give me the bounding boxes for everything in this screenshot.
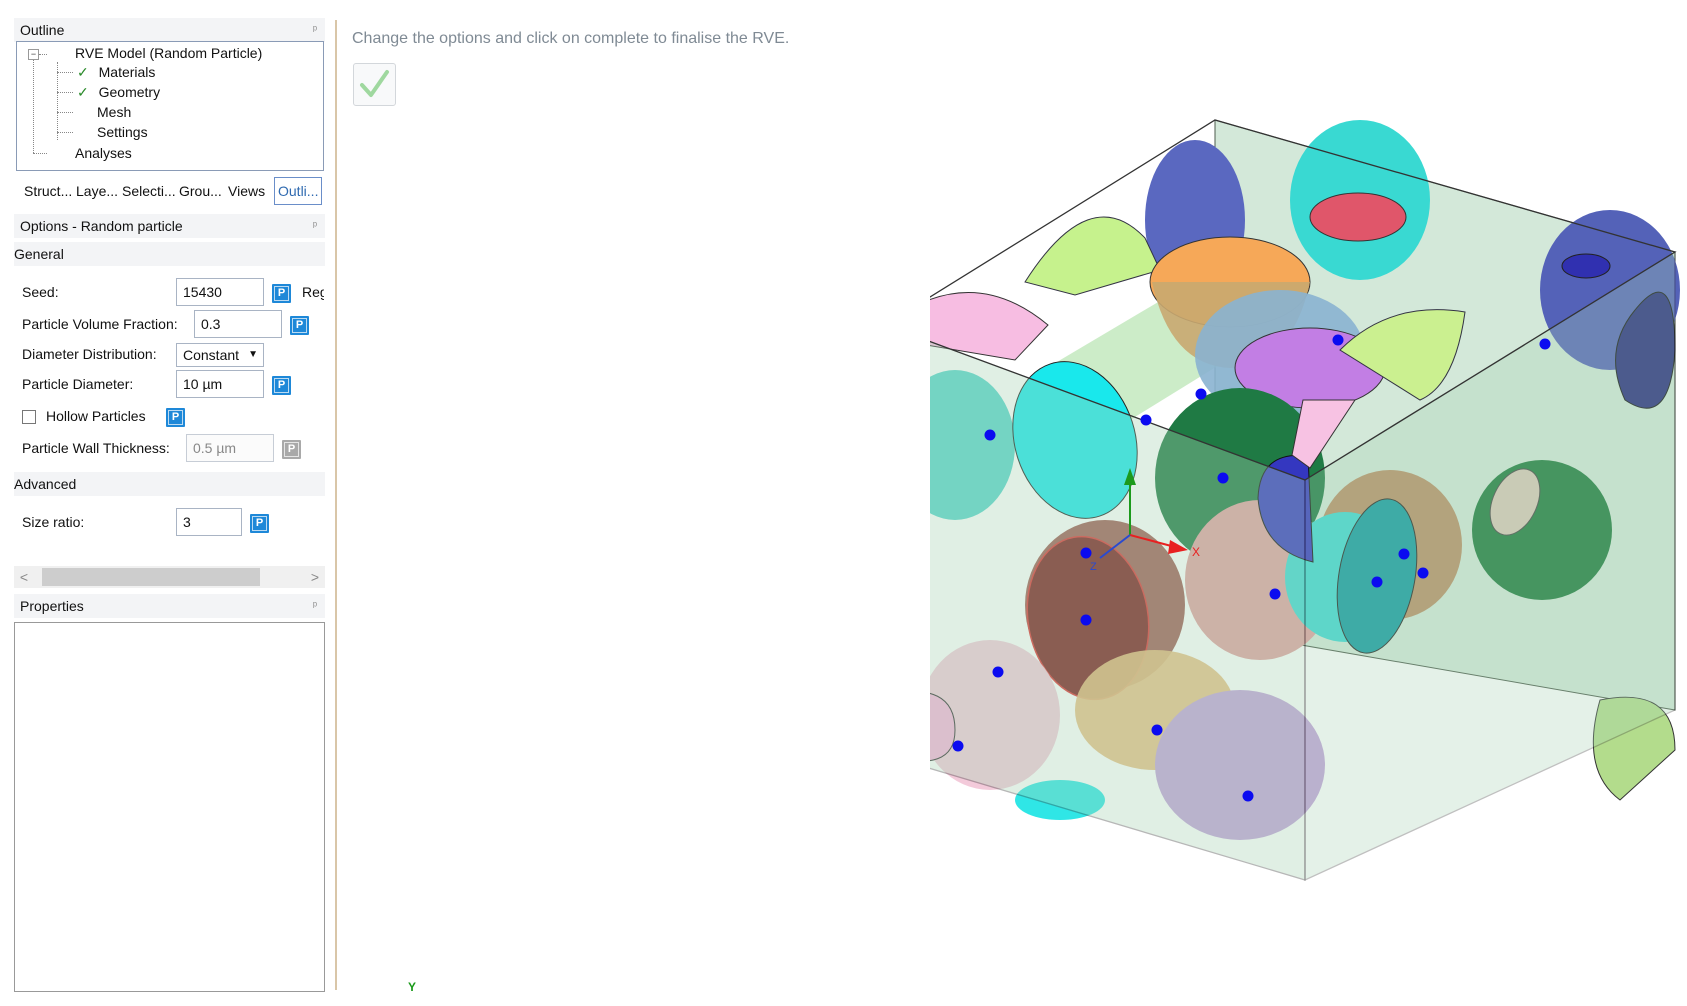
centre-marker[interactable] bbox=[1398, 548, 1410, 560]
wall-thickness-input bbox=[186, 434, 274, 462]
tree-connector bbox=[57, 72, 73, 73]
tab-layers[interactable]: Laye... bbox=[76, 177, 118, 205]
volume-fraction-input[interactable] bbox=[194, 310, 282, 338]
distribution-select[interactable]: Constant ▼ bbox=[176, 343, 264, 367]
centre-marker[interactable] bbox=[1269, 588, 1281, 600]
tree-connector bbox=[57, 112, 73, 113]
tree-item-materials[interactable]: ✓ Materials bbox=[77, 64, 155, 81]
left-dock: Outline ᵖ − RVE Model (Random Particle) … bbox=[0, 0, 335, 1006]
scroll-right-icon[interactable]: > bbox=[305, 566, 325, 588]
advanced-section-header[interactable]: Advanced bbox=[14, 472, 325, 496]
scrollbar-thumb[interactable] bbox=[42, 568, 260, 586]
outline-tree: − RVE Model (Random Particle) ✓ Material… bbox=[16, 41, 324, 171]
tree-item-geometry[interactable]: ✓ Geometry bbox=[77, 84, 160, 101]
dock-tabs: Struct... Laye... Selecti... Grou... Vie… bbox=[16, 177, 324, 205]
properties-header: Properties ᵖ bbox=[14, 594, 325, 618]
axis-z-label: Z bbox=[1090, 561, 1097, 573]
collapse-icon[interactable]: − bbox=[28, 49, 39, 60]
scroll-left-icon[interactable]: < bbox=[14, 566, 34, 588]
tab-structure[interactable]: Struct... bbox=[24, 177, 72, 205]
parameter-button[interactable]: P bbox=[272, 284, 291, 303]
dock-splitter[interactable] bbox=[335, 20, 337, 990]
tree-connector bbox=[57, 92, 73, 93]
bottom-axis-indicator: Y bbox=[408, 980, 417, 994]
volume-fraction-label: Particle Volume Fraction: bbox=[22, 316, 178, 332]
rve-3d-view[interactable]: X Z bbox=[930, 110, 1680, 970]
size-ratio-input[interactable] bbox=[176, 508, 242, 536]
parameter-button[interactable]: P bbox=[272, 376, 291, 395]
tree-item-label: Geometry bbox=[98, 84, 161, 100]
particle-lime-top bbox=[1024, 216, 1161, 296]
centre-marker[interactable] bbox=[992, 666, 1004, 678]
parameter-button: P bbox=[282, 440, 301, 459]
seed-label: Seed: bbox=[22, 284, 59, 300]
diameter-label: Particle Diameter: bbox=[22, 376, 134, 392]
hollow-particles-label: Hollow Particles bbox=[46, 408, 146, 424]
properties-title: Properties bbox=[20, 598, 84, 614]
diameter-input[interactable] bbox=[176, 370, 264, 398]
tab-outline[interactable]: Outli... bbox=[274, 177, 323, 205]
checkmark-icon bbox=[360, 70, 389, 97]
seed-input[interactable] bbox=[176, 278, 264, 306]
centre-marker[interactable] bbox=[1417, 567, 1429, 579]
tree-connector bbox=[33, 153, 47, 154]
properties-grid[interactable] bbox=[14, 622, 325, 992]
instruction-text: Change the options and click on complete… bbox=[352, 30, 790, 47]
tab-views[interactable]: Views bbox=[228, 177, 265, 205]
pin-icon[interactable]: ᵖ bbox=[313, 18, 317, 42]
pin-icon[interactable]: ᵖ bbox=[313, 214, 317, 238]
distribution-value: Constant bbox=[183, 347, 240, 363]
centre-marker[interactable] bbox=[1332, 334, 1344, 346]
outline-title: Outline bbox=[20, 22, 65, 38]
centre-marker[interactable] bbox=[952, 740, 964, 752]
wall-thickness-label: Particle Wall Thickness: bbox=[22, 440, 170, 456]
tree-item-rve-model[interactable]: RVE Model (Random Particle) bbox=[75, 45, 262, 61]
tree-connector bbox=[57, 132, 73, 133]
tree-connector bbox=[33, 60, 34, 153]
options-title: Options - Random particle bbox=[20, 218, 183, 234]
size-ratio-label: Size ratio: bbox=[22, 514, 85, 530]
particle-red-cap bbox=[1309, 192, 1407, 242]
tree-connector bbox=[39, 54, 47, 55]
tab-groups[interactable]: Grou... bbox=[179, 177, 222, 205]
tree-item-mesh[interactable]: Mesh bbox=[97, 104, 131, 120]
tab-selections[interactable]: Selecti... bbox=[122, 177, 176, 205]
tree-connector bbox=[57, 62, 58, 140]
centre-marker[interactable] bbox=[1539, 338, 1551, 350]
horizontal-scrollbar[interactable]: < > bbox=[14, 566, 325, 588]
distribution-label: Diameter Distribution: bbox=[22, 346, 157, 362]
centre-marker[interactable] bbox=[1140, 414, 1152, 426]
check-icon: ✓ bbox=[77, 84, 89, 100]
options-header: Options - Random particle ᵖ bbox=[14, 214, 325, 238]
tree-item-label: Materials bbox=[98, 64, 156, 80]
pin-icon[interactable]: ᵖ bbox=[313, 594, 317, 618]
outline-header: Outline ᵖ bbox=[14, 18, 325, 42]
centre-marker[interactable] bbox=[984, 429, 996, 441]
particle-blue-cap bbox=[1561, 253, 1611, 279]
centre-marker[interactable] bbox=[1080, 547, 1092, 559]
centre-marker[interactable] bbox=[1080, 614, 1092, 626]
check-icon: ✓ bbox=[77, 64, 89, 80]
parameter-button[interactable]: P bbox=[250, 514, 269, 533]
tree-item-settings[interactable]: Settings bbox=[97, 124, 148, 140]
parameter-button[interactable]: P bbox=[290, 316, 309, 335]
centre-marker[interactable] bbox=[1242, 790, 1254, 802]
axis-x-label: X bbox=[1192, 545, 1200, 559]
hollow-particles-checkbox[interactable] bbox=[22, 410, 36, 424]
centre-marker[interactable] bbox=[1371, 576, 1383, 588]
complete-button[interactable] bbox=[353, 63, 396, 106]
seed-regenerate-label[interactable]: Reg bbox=[302, 284, 324, 300]
dropdown-arrow-icon: ▼ bbox=[248, 349, 258, 360]
centre-marker[interactable] bbox=[1151, 724, 1163, 736]
general-section-header[interactable]: General bbox=[14, 242, 325, 266]
tree-item-analyses[interactable]: Analyses bbox=[75, 145, 132, 161]
parameter-button[interactable]: P bbox=[166, 408, 185, 427]
centre-marker[interactable] bbox=[1195, 388, 1207, 400]
centre-marker[interactable] bbox=[1217, 472, 1229, 484]
